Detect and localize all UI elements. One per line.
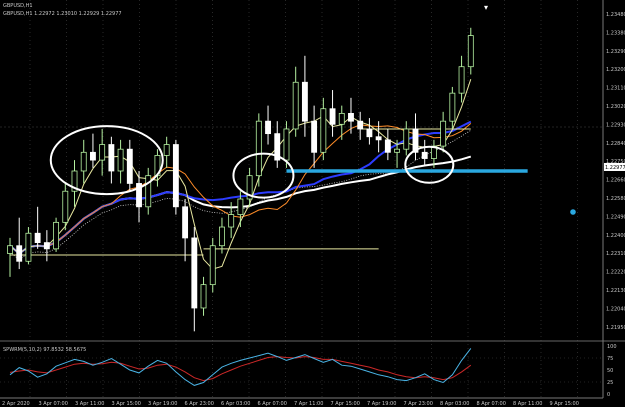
time-axis-label: 9 Apr 15:00 xyxy=(550,401,579,407)
time-axis-label: 6 Apr 07:00 xyxy=(258,401,287,407)
time-axis-label: 6 Apr 23:00 xyxy=(185,401,214,407)
price-axis-label: 1.22310 xyxy=(606,251,625,257)
time-axis-label: 6 Apr 03:00 xyxy=(221,401,250,407)
current-price-label: 1.22977 xyxy=(604,162,625,171)
time-axis-label: 8 Apr 07:00 xyxy=(477,401,506,407)
price-axis-label: 1.21950 xyxy=(606,325,625,331)
osc-axis-label: 50 xyxy=(607,368,613,374)
candle-body[interactable] xyxy=(145,175,152,208)
time-axis-label: 8 Apr 03:00 xyxy=(440,401,469,407)
candle-body[interactable] xyxy=(182,206,189,239)
candle-body[interactable] xyxy=(108,144,115,172)
osc-axis-label: 75 xyxy=(607,356,613,362)
candle-body[interactable] xyxy=(440,120,447,147)
candle-body[interactable] xyxy=(62,190,69,223)
time-axis-label: 3 Apr 11:00 xyxy=(75,401,104,407)
candle-body[interactable] xyxy=(394,148,400,153)
time-axis-label: 3 Apr 07:00 xyxy=(39,401,68,407)
candle-body[interactable] xyxy=(7,245,13,254)
price-axis-label: 1.22220 xyxy=(606,270,625,276)
candle-body[interactable] xyxy=(366,128,373,138)
candle-body[interactable] xyxy=(43,242,50,250)
symbol-title: GBPUSD,H1 xyxy=(3,3,33,9)
candle-body[interactable] xyxy=(126,148,133,184)
price-axis-label: 1.22490 xyxy=(606,214,625,220)
candle-body[interactable] xyxy=(283,128,290,161)
candle-body[interactable] xyxy=(403,128,410,150)
candle-body[interactable] xyxy=(200,284,207,309)
oscillator-label: SPWRM(5,10,2) 97.8532 58.5675 xyxy=(3,347,86,353)
candle-body[interactable] xyxy=(421,151,428,159)
candle-body[interactable] xyxy=(255,120,262,177)
candle-body[interactable] xyxy=(449,92,456,122)
candle-body[interactable] xyxy=(163,144,170,156)
candle-body[interactable] xyxy=(117,148,124,172)
candle-body[interactable] xyxy=(25,232,32,262)
price-axis-label: 1.22840 xyxy=(606,141,625,147)
time-axis-label: 3 Apr 15:00 xyxy=(112,401,141,407)
chart-window[interactable]: GBPUSD,H1 GBPUSD,H1 1.22972 1.23010 1.22… xyxy=(0,0,625,407)
candle-body[interactable] xyxy=(99,144,106,161)
osc-axis-label: 25 xyxy=(607,380,613,386)
candle-body[interactable] xyxy=(311,120,318,153)
time-axis-label: 7 Apr 23:00 xyxy=(404,401,433,407)
time-axis-label: 2 Apr 2020 xyxy=(2,401,30,407)
price-axis-label: 1.23200 xyxy=(606,67,625,73)
price-axis-label: 1.23110 xyxy=(606,86,625,92)
candle-body[interactable] xyxy=(209,245,216,286)
candle-body[interactable] xyxy=(384,139,391,153)
candle-body[interactable] xyxy=(292,81,299,130)
candle-body[interactable] xyxy=(191,237,198,309)
price-axis-label: 1.22130 xyxy=(606,288,625,294)
time-axis-label: 7 Apr 19:00 xyxy=(367,401,396,407)
candle-body[interactable] xyxy=(237,198,244,215)
price-marker-dot[interactable] xyxy=(570,209,576,215)
candle-body[interactable] xyxy=(80,151,87,172)
candle-body[interactable] xyxy=(90,151,96,161)
candle-body[interactable] xyxy=(357,120,364,130)
price-axis-label: 1.23480 xyxy=(606,12,625,18)
price-axis-label: 1.23290 xyxy=(606,49,625,55)
osc-axis-label: 100 xyxy=(607,344,617,350)
price-axis-label: 1.22400 xyxy=(606,233,625,239)
chart-background xyxy=(0,0,625,407)
candle-body[interactable] xyxy=(301,81,308,122)
candle-body[interactable] xyxy=(348,112,354,122)
ohlc-readout: GBPUSD,H1 1.22972 1.23010 1.22929 1.2297… xyxy=(3,11,122,17)
candle-body[interactable] xyxy=(329,108,336,125)
candle-body[interactable] xyxy=(338,112,345,125)
time-axis-label: 7 Apr 15:00 xyxy=(331,401,360,407)
time-axis-label: 7 Apr 11:00 xyxy=(294,401,323,407)
price-axis-label: 1.22580 xyxy=(606,196,625,202)
candle-body[interactable] xyxy=(16,245,23,262)
candle-body[interactable] xyxy=(172,144,179,208)
candle-body[interactable] xyxy=(265,120,271,135)
price-axis-label: 1.23020 xyxy=(606,104,625,110)
candle-body[interactable] xyxy=(458,66,465,94)
candle-body[interactable] xyxy=(53,221,60,250)
candle-body[interactable] xyxy=(34,232,41,244)
time-axis-label: 8 Apr 11:00 xyxy=(513,401,542,407)
price-axis-label: 1.22040 xyxy=(606,306,625,312)
candle-body[interactable] xyxy=(320,108,327,153)
candle-body[interactable] xyxy=(375,136,382,141)
shift-marker-icon[interactable]: ▾ xyxy=(484,3,488,12)
price-axis-label: 1.22930 xyxy=(606,122,625,128)
price-axis-label: 1.22660 xyxy=(606,178,625,184)
candle-body[interactable] xyxy=(228,214,235,228)
candle-body[interactable] xyxy=(219,226,225,247)
current-price-value: 1.22977 xyxy=(605,165,625,171)
candle-body[interactable] xyxy=(467,35,474,68)
osc-axis-label: 0 xyxy=(607,392,610,398)
price-axis-label: 1.23380 xyxy=(606,30,625,36)
time-axis-label: 3 Apr 19:00 xyxy=(148,401,177,407)
